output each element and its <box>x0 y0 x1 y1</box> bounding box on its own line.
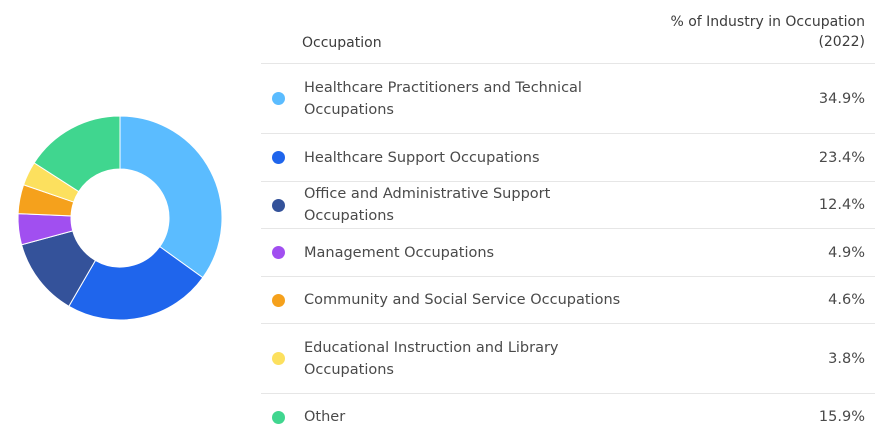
table-row[interactable]: Management Occupations 4.9% <box>261 229 875 277</box>
occupation-table: Occupation % of Industry in Occupation (… <box>261 0 875 440</box>
table-row[interactable]: Community and Social Service Occupations… <box>261 277 875 324</box>
table-row[interactable]: Healthcare Support Occupations 23.4% <box>261 134 875 182</box>
table-row[interactable]: Healthcare Practitioners and Technical O… <box>261 64 875 134</box>
percent-value: 3.8% <box>828 350 865 367</box>
occupation-label: Other <box>304 409 346 425</box>
table-header: Occupation % of Industry in Occupation (… <box>261 0 875 64</box>
percent-value: 4.6% <box>828 292 865 308</box>
percent-value: 23.4% <box>818 149 865 166</box>
legend-swatch <box>272 151 285 164</box>
percent-value: 4.9% <box>828 244 865 261</box>
legend-swatch <box>272 410 285 424</box>
table-row[interactable]: Educational Instruction and Library Occu… <box>261 324 875 394</box>
percent-value: 12.4% <box>818 197 865 213</box>
legend-swatch <box>272 92 285 105</box>
table-row[interactable]: Office and Administrative Support Occupa… <box>261 182 875 229</box>
occupation-column-header: Occupation <box>302 35 382 51</box>
occupation-label: Community and Social Service Occupations <box>304 292 621 308</box>
table-row[interactable]: Other 15.9% <box>261 394 875 440</box>
occupation-label: Office and Administrative Support Occupa… <box>304 186 551 224</box>
occupation-label: Healthcare Support Occupations <box>304 149 540 166</box>
legend-swatch <box>272 246 285 259</box>
percent-value: 34.9% <box>818 90 865 107</box>
occupation-label: Management Occupations <box>304 244 495 261</box>
percent-column-header: % of Industry in Occupation (2022) <box>670 14 865 50</box>
donut-slice-0[interactable] <box>119 115 223 279</box>
legend-swatch <box>272 198 285 212</box>
percent-value: 15.9% <box>818 409 865 425</box>
legend-swatch <box>272 352 285 365</box>
legend-swatch <box>272 293 285 307</box>
donut-chart <box>17 115 223 321</box>
occupation-label: Educational Instruction and Library Occu… <box>304 339 559 378</box>
occupation-label: Healthcare Practitioners and Technical O… <box>304 79 582 118</box>
